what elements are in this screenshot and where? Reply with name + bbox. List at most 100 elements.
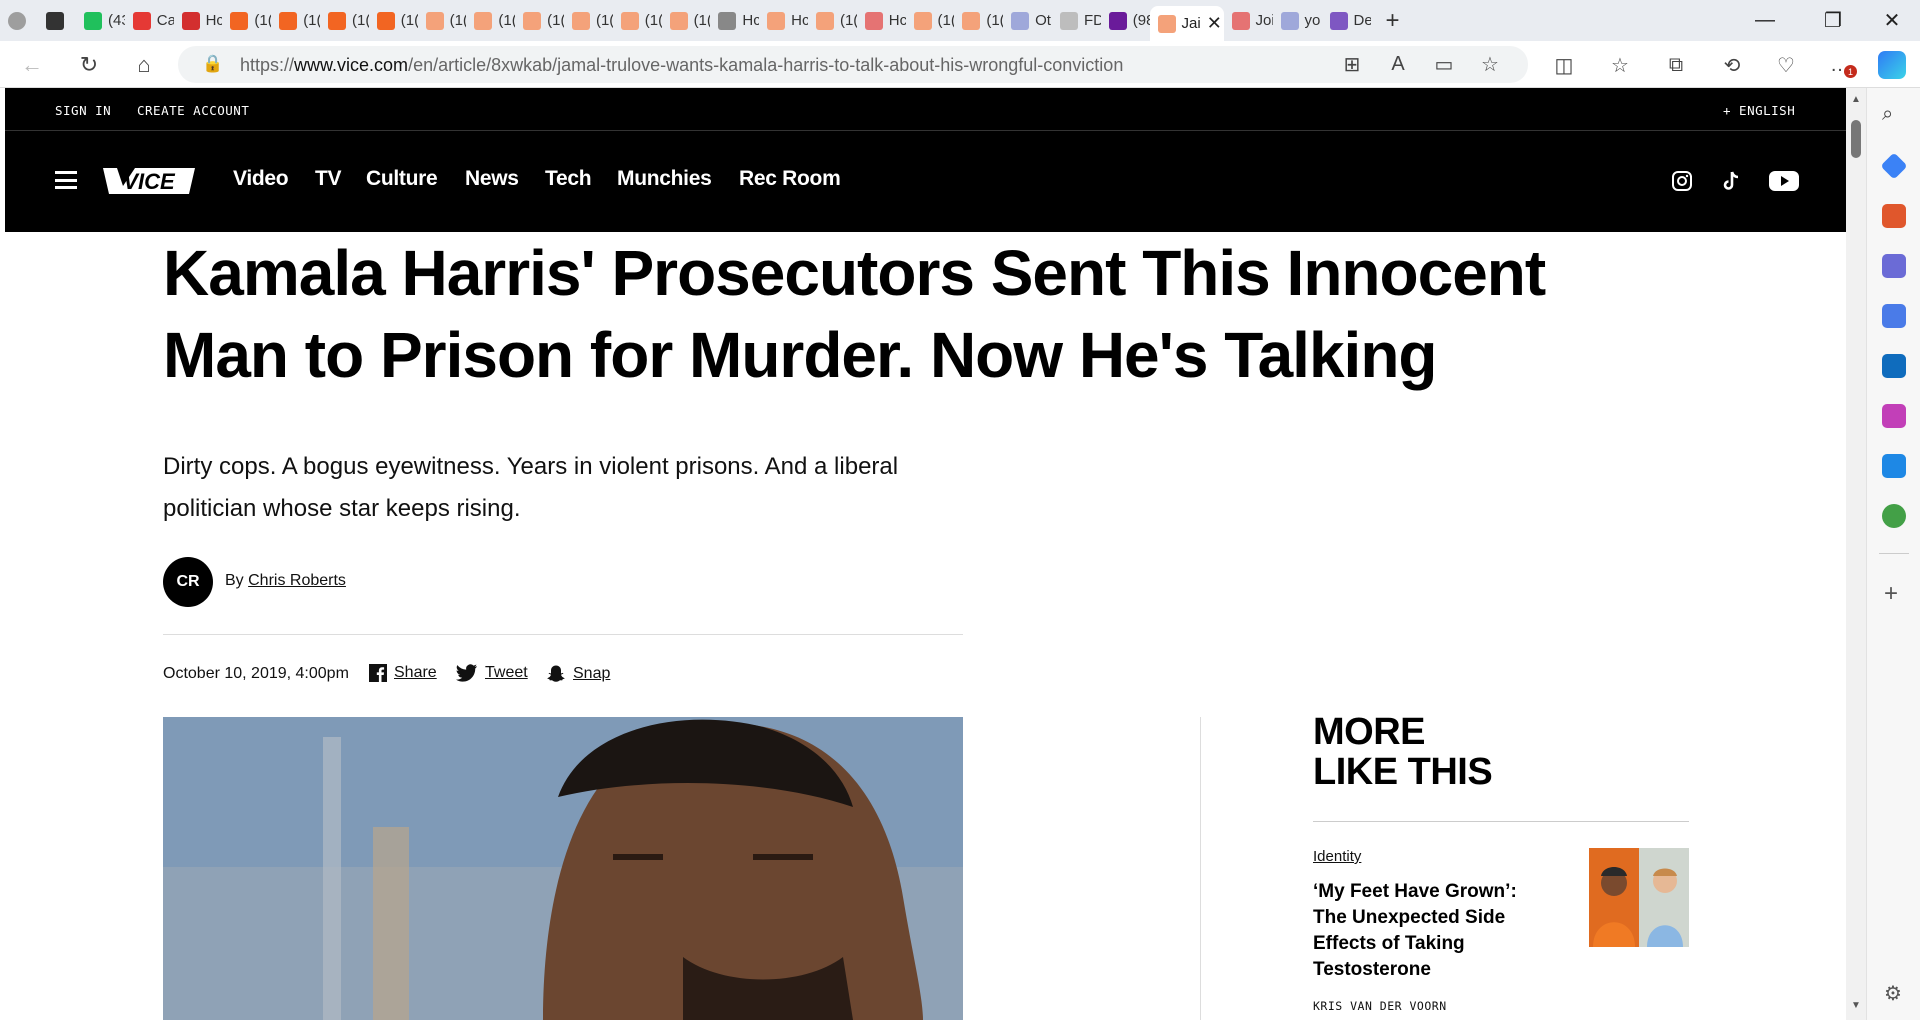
- minimize-button[interactable]: —: [1737, 0, 1793, 41]
- tab-5[interactable]: (1(: [222, 0, 271, 41]
- refresh-button[interactable]: ↻: [73, 49, 105, 81]
- scroll-up-arrow[interactable]: ▲: [1851, 94, 1861, 105]
- performance-icon[interactable]: ♡: [1772, 51, 1800, 79]
- tab-favicon: [327, 11, 346, 30]
- nav-culture[interactable]: Culture: [366, 167, 438, 191]
- tools-icon[interactable]: [1882, 204, 1906, 228]
- settings-more-icon[interactable]: … 1: [1826, 51, 1857, 79]
- card-category-link[interactable]: Identity: [1313, 848, 1361, 865]
- tab-9[interactable]: (1(: [418, 0, 466, 41]
- nav-tv[interactable]: TV: [315, 167, 342, 191]
- nav-munchies[interactable]: Munchies: [617, 167, 712, 191]
- send-icon[interactable]: [1882, 454, 1906, 478]
- sign-in-link[interactable]: SIGN IN: [55, 103, 111, 118]
- menu-icon[interactable]: [55, 171, 77, 189]
- tab-12[interactable]: (1(: [564, 0, 613, 41]
- tab-favicon: [913, 11, 932, 30]
- scroll-down-arrow[interactable]: ▼: [1851, 1000, 1861, 1011]
- tab-22[interactable]: FD: [1052, 0, 1101, 41]
- create-account-link[interactable]: CREATE ACCOUNT: [137, 103, 249, 118]
- close-tab-icon[interactable]: ✕: [1207, 13, 1222, 34]
- share-twitter-button[interactable]: Tweet: [456, 664, 528, 682]
- close-window-button[interactable]: ✕: [1864, 0, 1920, 41]
- split-screen-icon[interactable]: ◫: [1550, 51, 1578, 79]
- scrollbar-thumb[interactable]: [1851, 120, 1861, 158]
- favorites-icon[interactable]: ☆: [1606, 51, 1634, 79]
- nav-tech[interactable]: Tech: [545, 167, 592, 191]
- nav-rec-room[interactable]: Rec Room: [739, 167, 841, 191]
- read-aloud-icon[interactable]: A: [1384, 50, 1412, 78]
- tab-favicon: [620, 11, 639, 30]
- tab-label: (1(: [547, 12, 564, 29]
- tab-18[interactable]: Hc: [857, 0, 906, 41]
- share-snapchat-button[interactable]: Snap: [546, 664, 610, 684]
- tab-6[interactable]: (1(: [271, 0, 320, 41]
- tab-2[interactable]: (43: [76, 0, 125, 41]
- tab-11[interactable]: (1(: [515, 0, 564, 41]
- tab-17[interactable]: (1(: [808, 0, 857, 41]
- lock-icon[interactable]: 🔒: [202, 54, 223, 74]
- tab-trailing-0[interactable]: Joi: [1224, 0, 1273, 41]
- tab-7[interactable]: (1(: [320, 0, 369, 41]
- tab-8[interactable]: (1(: [369, 0, 418, 41]
- back-button[interactable]: ←: [16, 49, 48, 81]
- immersive-reader-icon[interactable]: ▭: [1430, 50, 1458, 78]
- sidebar-settings-icon[interactable]: ⚙: [1884, 981, 1902, 1006]
- tab-1[interactable]: [38, 0, 76, 41]
- tab-trailing-1[interactable]: yo: [1273, 0, 1322, 41]
- tree-icon[interactable]: [1882, 504, 1906, 528]
- youtube-icon[interactable]: [1768, 169, 1800, 193]
- tab-3[interactable]: Ca: [125, 0, 174, 41]
- nav-news[interactable]: News: [465, 167, 519, 191]
- microsoft365-icon[interactable]: [1882, 304, 1906, 328]
- author-link[interactable]: Chris Roberts: [248, 572, 346, 589]
- new-tab-button[interactable]: +: [1371, 0, 1415, 41]
- tab-23[interactable]: (98: [1101, 0, 1150, 41]
- tab-label: FD: [1083, 12, 1101, 29]
- tab-active[interactable]: Jai ✕: [1149, 6, 1224, 41]
- author-avatar[interactable]: CR: [163, 557, 213, 607]
- shopping-tag-icon[interactable]: [1880, 152, 1908, 180]
- card-thumbnail[interactable]: [1589, 848, 1689, 947]
- copilot-designer-icon[interactable]: [1882, 404, 1906, 428]
- tiktok-icon[interactable]: [1719, 169, 1743, 193]
- favorite-star-icon[interactable]: ☆: [1476, 50, 1504, 78]
- restore-button[interactable]: ❐: [1805, 0, 1861, 41]
- tab-trailing-2[interactable]: De: [1322, 0, 1371, 41]
- home-button[interactable]: ⌂: [128, 49, 160, 81]
- tab-10[interactable]: (1(: [466, 0, 515, 41]
- nav-video[interactable]: Video: [233, 167, 289, 191]
- outlook-icon[interactable]: [1882, 354, 1906, 378]
- tab-15[interactable]: Hc: [710, 0, 759, 41]
- collections-icon[interactable]: ⧉: [1662, 51, 1690, 79]
- url-text[interactable]: https://www.vice.com/en/article/8xwkab/j…: [240, 55, 1123, 76]
- tab-4[interactable]: Hc: [174, 0, 223, 41]
- card-author[interactable]: KRIS VAN DER VOORN: [1313, 999, 1447, 1013]
- copilot-icon[interactable]: [1878, 51, 1906, 79]
- tab-label: Hc: [791, 12, 808, 29]
- tab-0[interactable]: [0, 0, 38, 41]
- page-scrollbar[interactable]: ▲ ▼: [1846, 88, 1866, 1020]
- history-icon[interactable]: ⟲: [1718, 51, 1746, 79]
- tab-20[interactable]: (1(: [954, 0, 1003, 41]
- tab-13[interactable]: (1(: [613, 0, 662, 41]
- tab-favicon: [279, 11, 298, 30]
- tab-19[interactable]: (1(: [906, 0, 954, 41]
- address-bar[interactable]: 🔒 https://www.vice.com/en/article/8xwkab…: [178, 46, 1528, 83]
- share-facebook-button[interactable]: Share: [369, 664, 437, 682]
- tab-21[interactable]: Ot: [1003, 0, 1052, 41]
- games-icon[interactable]: [1882, 254, 1906, 278]
- search-icon[interactable]: ⌕: [1882, 103, 1906, 127]
- more-heading-line-2: LIKE THIS: [1313, 751, 1493, 793]
- language-selector[interactable]: + ENGLISH: [1723, 103, 1795, 118]
- tab-16[interactable]: Hc: [759, 0, 808, 41]
- tab-favicon: [864, 11, 883, 30]
- apps-icon[interactable]: ⊞: [1338, 50, 1366, 78]
- vice-logo[interactable]: VICE: [99, 164, 199, 198]
- tab-label: Hc: [205, 12, 223, 29]
- tab-14[interactable]: (1(: [662, 0, 710, 41]
- more-like-this-heading: MORE LIKE THIS: [1313, 712, 1493, 793]
- add-sidebar-icon[interactable]: +: [1884, 580, 1898, 608]
- instagram-icon[interactable]: [1670, 169, 1694, 193]
- card-title-link[interactable]: ‘My Feet Have Grown’: The Unexpected Sid…: [1313, 879, 1553, 983]
